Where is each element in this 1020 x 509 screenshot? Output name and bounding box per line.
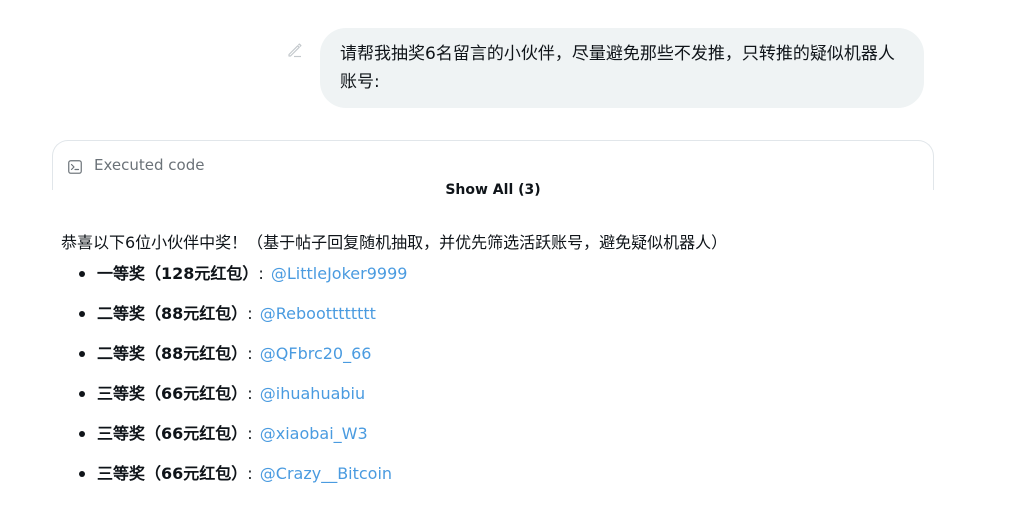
winner-handle-link[interactable]: @Crazy__Bitcoin — [260, 464, 392, 483]
winner-item: 三等奖（66元红包）: @ihuahuabiu — [61, 379, 407, 419]
bullet — [79, 351, 85, 357]
result-intro-text: 恭喜以下6位小伙伴中奖！（基于帖子回复随机抽取，并优先筛选活跃账号，避免疑似机器… — [61, 233, 728, 252]
winner-item: 三等奖（66元红包）: @xiaobai_W3 — [61, 419, 407, 459]
winner-item: 三等奖（66元红包）: @Crazy__Bitcoin — [61, 459, 407, 499]
prize-label: 一等奖（128元红包） — [97, 264, 259, 283]
winner-item: 二等奖（88元红包）: @Rebootttttttt — [61, 299, 407, 339]
bullet — [79, 311, 85, 317]
bullet — [79, 471, 85, 477]
winner-handle-link[interactable]: @QFbrc20_66 — [260, 344, 372, 363]
prize-colon: : — [258, 264, 264, 283]
prize-label: 三等奖（66元红包） — [97, 464, 248, 483]
terminal-icon — [68, 159, 82, 174]
winner-item: 一等奖（128元红包）: @LittleJoker9999 — [61, 259, 407, 299]
winner-handle-link[interactable]: @ihuahuabiu — [260, 384, 365, 403]
pencil-edit-icon[interactable] — [286, 41, 304, 59]
prize-label: 二等奖（88元红包） — [97, 344, 248, 363]
prize-label: 三等奖（66元红包） — [97, 424, 248, 443]
show-all-button[interactable]: Show All (3) — [443, 180, 543, 200]
winner-item: 二等奖（88元红包）: @QFbrc20_66 — [61, 339, 407, 379]
prize-label: 三等奖（66元红包） — [97, 384, 248, 403]
user-message-bubble: 请帮我抽奖6名留言的小伙伴，尽量避免那些不发推，只转推的疑似机器人账号: — [320, 28, 924, 108]
prize-colon: : — [247, 344, 253, 363]
winner-handle-link[interactable]: @xiaobai_W3 — [260, 424, 368, 443]
prize-colon: : — [247, 424, 253, 443]
bullet — [79, 391, 85, 397]
winners-list: 一等奖（128元红包）: @LittleJoker9999 二等奖（88元红包）… — [61, 259, 407, 499]
prize-label: 二等奖（88元红包） — [97, 304, 248, 323]
winner-handle-link[interactable]: @LittleJoker9999 — [271, 264, 408, 283]
prize-colon: : — [247, 464, 253, 483]
bullet — [79, 271, 85, 277]
prize-colon: : — [247, 304, 253, 323]
winner-handle-link[interactable]: @Rebootttttttt — [260, 304, 376, 323]
bullet — [79, 431, 85, 437]
user-message-text: 请帮我抽奖6名留言的小伙伴，尽量避免那些不发推，只转推的疑似机器人账号: — [340, 44, 895, 92]
prize-colon: : — [247, 384, 253, 403]
